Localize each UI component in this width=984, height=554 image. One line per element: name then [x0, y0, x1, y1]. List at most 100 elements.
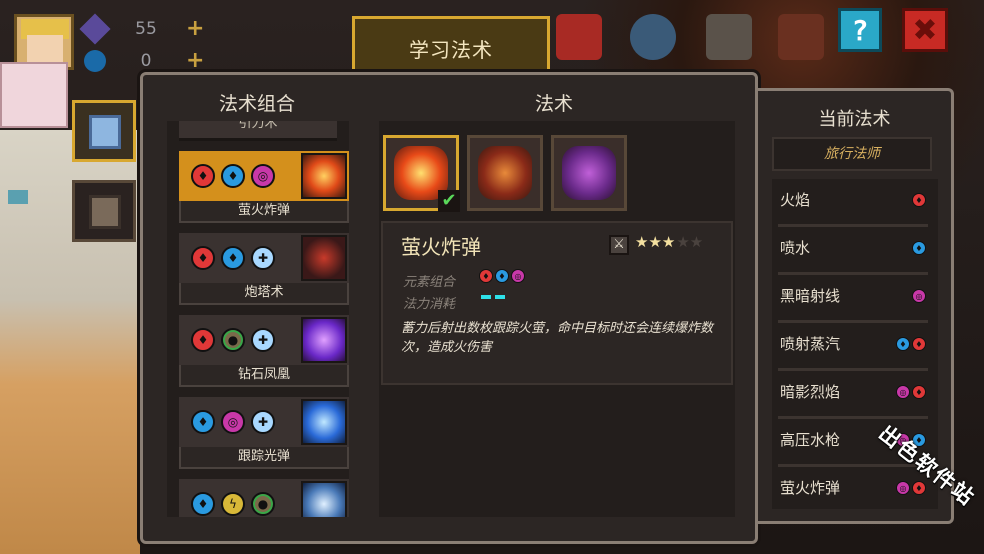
list-item[interactable]: 喷水 ♦: [778, 227, 928, 275]
list-item[interactable]: 萤火炸弹 ◎ ♦: [778, 467, 928, 509]
spell-panel: 法术组合 法术 引力术 ♦ ♦ ◎ 萤火炸弹 ♦ ♦ ✚ 炮塔术 ♦ ● ✚ 钻…: [140, 72, 758, 544]
dark-element-icon: ◎: [221, 410, 245, 434]
combo-item[interactable]: ♦ ϟ ●: [179, 479, 349, 517]
diamond-phoenix-thumb-icon: [301, 317, 347, 363]
fire-element-icon: ♦: [912, 193, 926, 207]
spell-list-label: 火焰: [780, 191, 811, 209]
earth-element-icon: ●: [221, 328, 245, 352]
combo-item[interactable]: ♦ ♦ ✚ 炮塔术: [179, 233, 349, 307]
spell-list-label: 萤火炸弹: [780, 479, 841, 497]
combo-item-partial[interactable]: 引力术: [179, 121, 337, 141]
dark-element-icon: ◎: [511, 269, 525, 283]
spell-list-label: 暗影烈焰: [780, 383, 841, 401]
coin-icon: [79, 44, 111, 77]
combo-label: 跟踪光弹: [179, 447, 349, 469]
water-element-icon: ♦: [896, 337, 910, 351]
water-element-icon: ♦: [191, 410, 215, 434]
spell-list-label: 喷射蒸汽: [780, 335, 841, 353]
spell-list-label: 黑暗射线: [780, 287, 841, 305]
add-coins-button[interactable]: +: [186, 48, 204, 73]
combo-label: 萤火炸弹: [179, 201, 349, 223]
spell-slot[interactable]: [467, 135, 543, 211]
class-name: 旅行法师: [772, 137, 932, 171]
light-element-icon: ✚: [251, 328, 275, 352]
element-combo-icons: ♦ ♦ ◎: [479, 269, 525, 283]
fire-element-icon: ♦: [191, 246, 215, 270]
water-element-icon: ♦: [495, 269, 509, 283]
list-item[interactable]: 火焰 ♦: [778, 179, 928, 227]
mana-cost-label: 法力消耗: [403, 297, 456, 312]
spell-description: 蓄力后射出数枚跟踪火萤，命中目标时还会连续爆炸数次，造成火伤害: [401, 321, 714, 355]
wizard-eye: [8, 190, 28, 204]
spell-slot[interactable]: [551, 135, 627, 211]
spell-column: ✔ 萤火炸弹 ⚔ ★★★★★ 元素组合 ♦ ♦ ◎ 法力消耗 蓄力后射出数枚跟: [379, 121, 735, 517]
dark-element-icon: ◎: [896, 385, 910, 399]
combo-item[interactable]: ♦ ● ✚ 钻石凤凰: [179, 315, 349, 389]
water-element-icon: ♦: [221, 246, 245, 270]
sword-icon: ⚔: [609, 235, 629, 255]
spell-slot[interactable]: ✔: [383, 135, 460, 212]
combo-item[interactable]: ♦ ◎ ✚ 跟踪光弹: [179, 397, 349, 471]
combo-label: 引力术: [238, 121, 278, 131]
turret-thumb-icon: [301, 235, 347, 281]
list-item[interactable]: 暗影烈焰 ◎ ♦: [778, 371, 928, 419]
spell-detail: 萤火炸弹 ⚔ ★★★ ★★ 元素组合 ♦ ♦ ◎ 法力消耗 蓄力后射出数枚跟踪火萤…: [381, 221, 733, 385]
current-heading: 当前法术: [818, 109, 891, 130]
mana-cost-bar: [481, 295, 505, 299]
star-rating-empty: ★★: [676, 233, 704, 251]
selected-check-icon: ✔: [438, 190, 460, 212]
spellbook-icon: [89, 115, 121, 149]
dark-element-icon: ◎: [896, 481, 910, 495]
combo-list[interactable]: 引力术 ♦ ♦ ◎ 萤火炸弹 ♦ ♦ ✚ 炮塔术 ♦ ● ✚ 钻石凤凰 ♦ ◎ …: [167, 121, 349, 517]
star-rating: ★★★ ★★: [635, 233, 703, 251]
spell-list-label: 高压水枪: [780, 431, 841, 449]
pet-portrait: [0, 62, 68, 128]
list-item[interactable]: 喷射蒸汽 ♦ ♦: [778, 323, 928, 371]
tab-door[interactable]: [72, 180, 136, 242]
bag-icon[interactable]: [556, 14, 602, 60]
help-button[interactable]: ?: [838, 8, 882, 52]
close-button[interactable]: ✖: [902, 8, 948, 52]
thunder-element-icon: ϟ: [221, 492, 245, 516]
tab-spellbook[interactable]: [72, 100, 136, 162]
fire-element-icon: ♦: [479, 269, 493, 283]
spell-heading: 法术: [535, 93, 574, 115]
gem-counter: 55 +: [79, 12, 204, 45]
fire-element-icon: ♦: [191, 164, 215, 188]
combo-item[interactable]: ♦ ♦ ◎ 萤火炸弹: [179, 151, 349, 225]
coin-counter: 0 +: [79, 44, 204, 77]
water-element-icon: ♦: [191, 492, 215, 516]
water-element-icon: ♦: [221, 164, 245, 188]
shadow-cloud-icon: [562, 146, 616, 200]
door-icon: [89, 195, 121, 229]
gem-count: 55: [135, 18, 157, 39]
dark-element-icon: ◎: [251, 164, 275, 188]
dark-element-icon: ◎: [912, 289, 926, 303]
spell-list-label: 喷水: [780, 239, 811, 257]
shop-icon[interactable]: [778, 14, 824, 60]
add-gems-button[interactable]: +: [186, 16, 204, 41]
element-combo-label: 元素组合: [403, 275, 456, 290]
light-element-icon: ✚: [251, 246, 275, 270]
light-element-icon: ✚: [251, 410, 275, 434]
wind-thumb-icon: [301, 481, 347, 517]
firefly-bomb-thumb-icon: [301, 153, 347, 199]
fire-element-icon: ♦: [912, 385, 926, 399]
fire-serpent-icon: [478, 146, 532, 200]
calendar-icon[interactable]: [706, 14, 752, 60]
gem-icon: [79, 12, 111, 45]
tracking-orb-thumb-icon: [301, 399, 347, 445]
list-item[interactable]: 黑暗射线 ◎: [778, 275, 928, 323]
combo-label: 钻石凤凰: [179, 365, 349, 387]
star-rating-filled: ★★★: [635, 233, 676, 251]
combo-label: 炮塔术: [179, 283, 349, 305]
combo-heading: 法术组合: [219, 93, 296, 115]
fire-element-icon: ♦: [191, 328, 215, 352]
hint-icon[interactable]: [630, 14, 676, 60]
water-element-icon: ♦: [912, 241, 926, 255]
fire-element-icon: ♦: [912, 481, 926, 495]
tab-learn-spells[interactable]: 学习法术: [352, 16, 550, 78]
spell-slots: ✔: [383, 135, 627, 212]
tab-learn-spells-label: 学习法术: [409, 38, 493, 62]
fire-element-icon: ♦: [912, 337, 926, 351]
